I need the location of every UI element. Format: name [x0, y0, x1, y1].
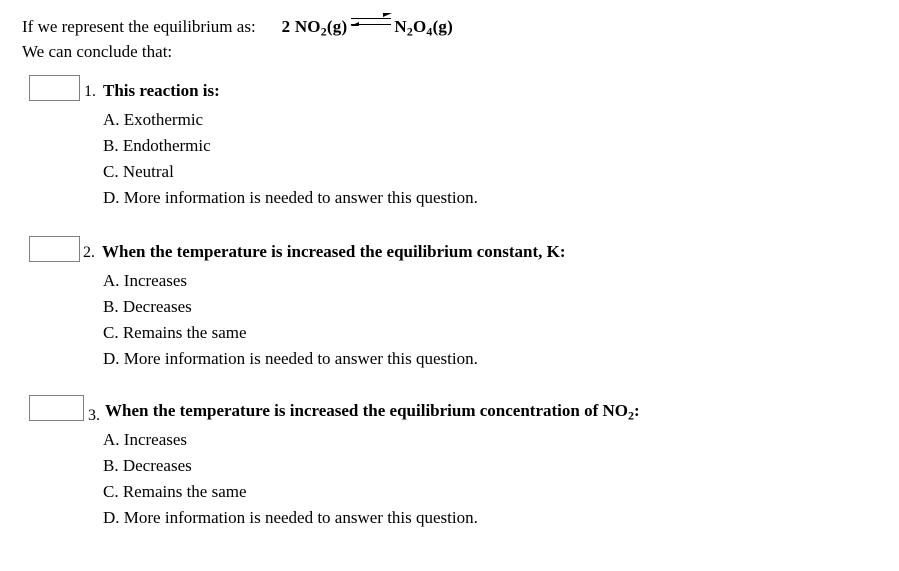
- question-2-options: A. Increases B. Decreases C. Remains the…: [103, 268, 478, 372]
- option-c[interactable]: C. Remains the same: [103, 479, 478, 505]
- option-b[interactable]: B. Endothermic: [103, 133, 478, 159]
- question-block-2: 2. When the temperature is increased the…: [0, 234, 899, 368]
- product-state: (g): [432, 17, 453, 36]
- equilibrium-statement-line: If we represent the equilibrium as: 2 NO2…: [22, 13, 882, 39]
- option-b[interactable]: B. Decreases: [103, 453, 478, 479]
- question-1-number: 1.: [84, 83, 96, 100]
- intro-block: If we represent the equilibrium as: 2 NO2…: [22, 13, 882, 64]
- question-1-text: This reaction is:: [103, 81, 220, 100]
- question-3-header: 3. When the temperature is increased the…: [0, 393, 899, 424]
- product-element-o: O: [412, 17, 427, 36]
- option-c[interactable]: C. Remains the same: [103, 320, 478, 346]
- answer-box-1[interactable]: [29, 75, 80, 101]
- question-2-text: When the temperature is increased the eq…: [102, 242, 566, 261]
- equilibrium-double-harpoon-icon: [350, 13, 393, 30]
- option-b[interactable]: B. Decreases: [103, 294, 478, 320]
- option-a[interactable]: A. Increases: [103, 427, 478, 453]
- question-1-options: A. Exothermic B. Endothermic C. Neutral …: [103, 107, 478, 211]
- option-d[interactable]: D. More information is needed to answer …: [103, 185, 478, 211]
- question-block-3: 3. When the temperature is increased the…: [0, 393, 899, 527]
- option-d[interactable]: D. More information is needed to answer …: [103, 346, 478, 372]
- option-a[interactable]: A. Exothermic: [103, 107, 478, 133]
- answer-box-2[interactable]: [29, 236, 80, 262]
- question-3-number: 3.: [88, 407, 100, 424]
- question-1-header: 1. This reaction is:: [0, 73, 899, 101]
- question-2-header: 2. When the temperature is increased the…: [0, 234, 899, 262]
- reactant-coefficient: 2: [281, 17, 295, 36]
- question-3-text-post: :: [633, 401, 640, 420]
- question-3-options: A. Increases B. Decreases C. Remains the…: [103, 427, 478, 531]
- product-formula: N2O4(g): [394, 17, 453, 37]
- equilibrium-equation: 2 NO2(g) N2O4(g): [281, 13, 453, 39]
- option-d[interactable]: D. More information is needed to answer …: [103, 505, 478, 531]
- reactant-element: NO: [294, 17, 321, 36]
- question-2-number: 2.: [83, 244, 95, 261]
- conclude-line: We can conclude that:: [22, 42, 173, 61]
- intro-lead-text: If we represent the equilibrium as:: [22, 17, 256, 36]
- question-block-1: 1. This reaction is: A. Exothermic B. En…: [0, 73, 899, 207]
- reactant-state: (g): [326, 17, 348, 36]
- worksheet-page: If we represent the equilibrium as: 2 NO2…: [0, 0, 899, 571]
- option-c[interactable]: C. Neutral: [103, 159, 478, 185]
- question-3-text-pre: When the temperature is increased the eq…: [105, 401, 629, 420]
- option-a[interactable]: A. Increases: [103, 268, 478, 294]
- product-element-n: N: [394, 17, 407, 36]
- answer-box-3[interactable]: [29, 395, 84, 421]
- question-3-text: When the temperature is increased the eq…: [105, 401, 640, 421]
- reactant-formula: NO2(g): [294, 17, 348, 37]
